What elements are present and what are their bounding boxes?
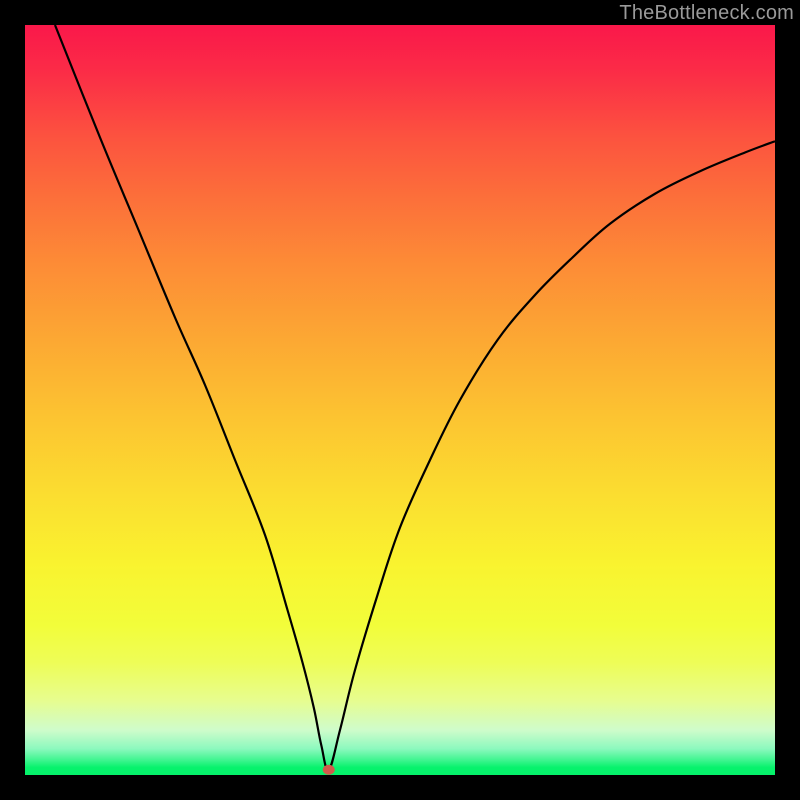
plot-area	[25, 25, 775, 775]
bottleneck-curve-svg	[25, 25, 775, 775]
watermark-text: TheBottleneck.com	[619, 2, 794, 25]
chart-stage: TheBottleneck.com	[0, 0, 800, 800]
bottleneck-curve	[55, 25, 775, 770]
minimum-point-dot	[323, 765, 335, 775]
